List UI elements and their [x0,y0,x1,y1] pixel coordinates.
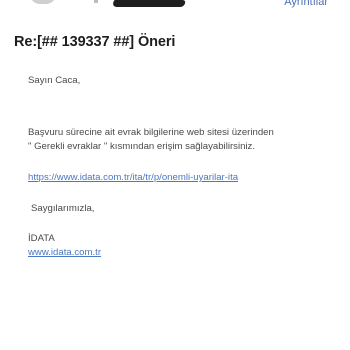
signature-website-link[interactable]: www.idata.com.tr [28,247,101,260]
email-body-line-1: Başvuru sürecine ait evrak bilgilerine w… [28,127,274,138]
separator-dot-icon [94,0,98,3]
redacted-sender-block [111,0,187,7]
sender-avatar[interactable] [30,0,56,4]
signature-name: İDATA [28,233,55,244]
evrak-link[interactable]: https://www.idata.com.tr/ita/tr/p/onemli… [28,172,238,185]
email-subject: Re:[## 139337 ##] Öneri [14,34,176,50]
email-closing: Saygılarımızla, [31,203,95,214]
email-body-line-2: " Gerekli evraklar " kısmından erişim sa… [28,141,256,152]
email-greeting: Sayın Caca, [28,75,81,86]
details-link[interactable]: Ayrıntılar [284,0,328,8]
top-toolbar: Ayrıntılar [0,0,350,12]
